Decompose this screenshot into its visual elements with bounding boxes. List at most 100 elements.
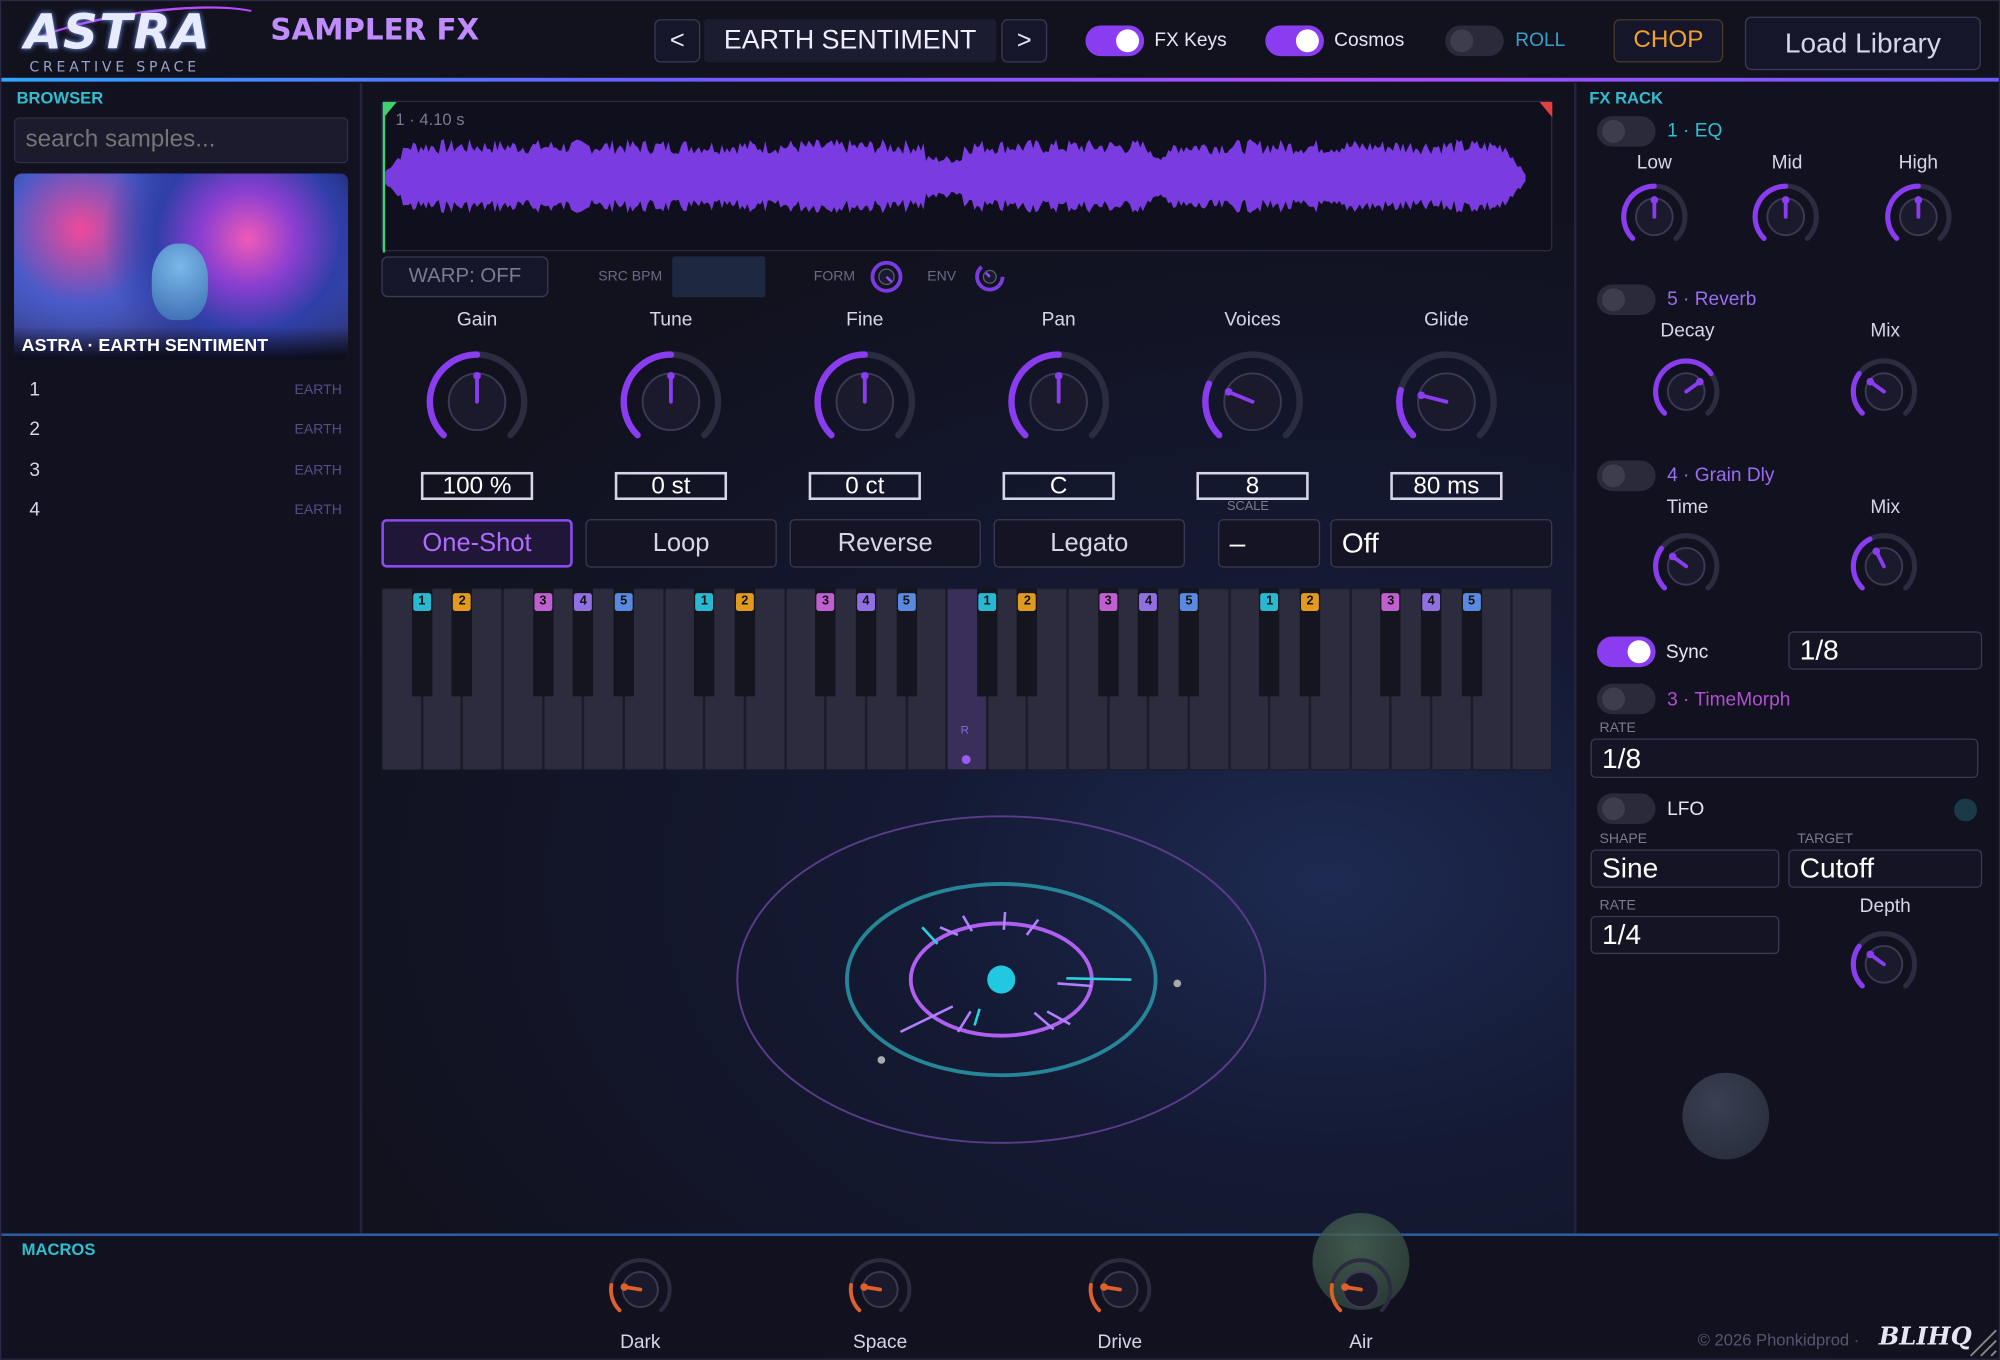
artwork-caption: ASTRA · EARTH SENTIMENT [14,326,349,360]
black-key[interactable]: 5 [613,588,634,697]
cosmos-toggle[interactable] [1265,25,1324,57]
black-key[interactable]: 3 [1097,588,1119,697]
voices-knob[interactable] [1199,348,1306,455]
fx-rack-title: FX RACK [1589,88,1663,108]
grain-time-knob[interactable] [1649,529,1723,603]
scale-root-select[interactable]: – [1218,519,1321,568]
fine-knob[interactable] [811,348,918,455]
eq-title: 1 · EQ [1667,119,1723,142]
eq-toggle[interactable] [1596,116,1656,147]
black-key[interactable]: 1 [694,588,715,697]
env-knob[interactable] [973,260,1006,293]
lfo-depth-knob[interactable] [1847,927,1921,1001]
tune-value[interactable]: 0 st [614,471,728,500]
list-item[interactable]: 4 EARTH [1,494,362,532]
end-flag-icon[interactable] [1539,102,1553,118]
lfo-toggle[interactable] [1596,793,1656,824]
roll-toggle[interactable] [1445,25,1504,57]
black-key[interactable]: 3 [1380,588,1401,697]
black-key[interactable]: 2 [451,588,473,697]
white-key[interactable] [1511,588,1553,771]
timemorph-toggle[interactable] [1596,683,1656,715]
piano-keyboard[interactable]: 1 2 3 4 5 1 2 3 4 5 1 2 3 4 5 1 2 3 4 5 R [381,588,1553,771]
voices-value[interactable]: 8 [1196,471,1309,500]
prev-preset-button[interactable]: < [654,19,701,63]
black-key[interactable]: 4 [573,588,594,697]
reverb-toggle[interactable] [1596,284,1656,316]
eq-low-knob[interactable] [1617,180,1691,254]
warp-button[interactable]: WARP: OFF [381,256,549,298]
glide-value[interactable]: 80 ms [1390,471,1503,500]
resize-handle-icon[interactable] [1963,1323,1999,1359]
gain-value[interactable]: 100 % [420,471,534,500]
black-key[interactable]: 1 [1259,588,1280,697]
macro-air-label: Air [1349,1331,1373,1354]
black-key[interactable]: 5 [1461,588,1482,697]
waveform-display[interactable]: 1 · 4.10 s [381,100,1553,253]
list-item[interactable]: 1 EARTH [1,374,362,412]
eq-high-knob[interactable] [1881,180,1955,254]
form-knob[interactable] [867,258,905,296]
lfo-title: LFO [1667,798,1705,821]
center-orb[interactable] [987,965,1016,994]
glide-knob[interactable] [1393,348,1500,455]
fx-keys-toggle[interactable] [1085,25,1145,57]
lfo-shape-select[interactable]: Sine [1590,849,1780,888]
src-bpm-input[interactable] [672,256,766,298]
fine-value[interactable]: 0 ct [808,471,921,500]
black-key[interactable]: 3 [532,588,554,697]
pan-knob[interactable] [1005,348,1112,455]
black-key[interactable]: 2 [1017,588,1038,697]
one-shot-button[interactable]: One-Shot [381,519,573,568]
roll-label: ROLL [1515,29,1566,52]
macro-space-knob[interactable] [844,1254,915,1325]
product-title: SAMPLER FX [270,14,480,48]
pan-value[interactable]: C [1002,471,1115,500]
scale-mode-select[interactable]: Off [1330,519,1553,568]
reverse-button[interactable]: Reverse [789,519,981,568]
black-key[interactable]: 5 [896,588,917,697]
loop-button[interactable]: Loop [585,519,777,568]
black-key[interactable]: 4 [855,588,877,697]
black-key[interactable]: 5 [1178,588,1200,697]
macro-dark-knob[interactable] [605,1254,676,1325]
macro-drive-knob[interactable] [1084,1254,1155,1325]
list-item[interactable]: 2 EARTH [1,413,362,451]
glide-label: Glide [1424,308,1469,331]
list-item[interactable]: 3 EARTH [1,454,362,492]
next-preset-button[interactable]: > [1001,19,1048,63]
sync-rate-select[interactable]: 1/8 [1788,631,1983,670]
list-item-number: 2 [29,418,40,441]
black-key[interactable]: 2 [1299,588,1321,697]
black-key[interactable]: 2 [734,588,755,697]
artwork-creature [151,243,208,321]
grain-toggle[interactable] [1596,460,1656,492]
eq-low-label: Low [1636,151,1672,174]
list-item-tag: EARTH [294,422,342,438]
lfo-rate-select[interactable]: 1/4 [1590,915,1780,955]
timemorph-rate-select[interactable]: 1/8 [1590,738,1979,779]
gain-knob[interactable] [423,348,530,455]
black-key[interactable]: 1 [976,588,998,697]
logo-subtitle: CREATIVE SPACE [29,58,200,76]
chop-button[interactable]: CHOP [1613,19,1724,63]
lfo-depth-label: Depth [1859,895,1911,918]
load-library-button[interactable]: Load Library [1744,16,1981,71]
legato-button[interactable]: Legato [993,519,1185,568]
reverb-mix-label: Mix [1870,320,1901,342]
grain-mix-knob[interactable] [1847,529,1921,603]
eq-mid-knob[interactable] [1749,180,1823,254]
macro-drive-label: Drive [1097,1331,1143,1354]
reverb-decay-knob[interactable] [1649,355,1723,429]
search-input[interactable] [14,117,349,164]
black-key[interactable]: 1 [411,588,432,697]
lfo-target-select[interactable]: Cutoff [1788,849,1983,888]
sync-toggle[interactable] [1596,636,1656,668]
black-key[interactable]: 4 [1420,588,1442,697]
black-key[interactable]: 4 [1138,588,1159,697]
black-key[interactable]: 3 [815,588,836,697]
reverb-mix-knob[interactable] [1847,355,1921,429]
macro-air-knob[interactable] [1325,1254,1396,1325]
cosmos-visualizer[interactable] [716,805,1290,1162]
tune-knob[interactable] [617,348,724,455]
